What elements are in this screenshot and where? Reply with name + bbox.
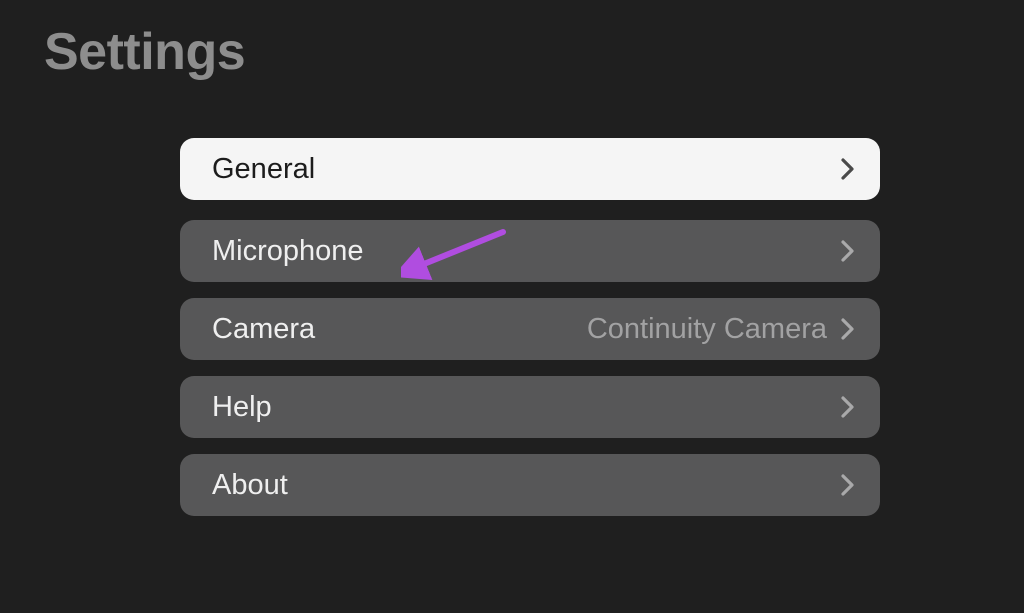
- chevron-right-icon: [841, 240, 854, 262]
- settings-item-right: [841, 158, 854, 180]
- settings-item-label: General: [212, 153, 315, 186]
- settings-item-label: Microphone: [212, 235, 364, 268]
- settings-item-microphone[interactable]: Microphone: [180, 220, 880, 282]
- chevron-right-icon: [841, 318, 854, 340]
- settings-list: General Microphone Camera Continuity Cam…: [180, 138, 880, 532]
- settings-item-label: About: [212, 469, 288, 502]
- settings-item-right: [841, 474, 854, 496]
- settings-item-right: [841, 240, 854, 262]
- page-title: Settings: [44, 22, 245, 82]
- settings-item-right: [841, 396, 854, 418]
- settings-item-label: Help: [212, 391, 272, 424]
- chevron-right-icon: [841, 158, 854, 180]
- settings-item-general[interactable]: General: [180, 138, 880, 200]
- settings-item-label: Camera: [212, 313, 315, 346]
- chevron-right-icon: [841, 396, 854, 418]
- chevron-right-icon: [841, 474, 854, 496]
- settings-item-value: Continuity Camera: [587, 313, 827, 346]
- settings-item-help[interactable]: Help: [180, 376, 880, 438]
- settings-item-camera[interactable]: Camera Continuity Camera: [180, 298, 880, 360]
- settings-item-about[interactable]: About: [180, 454, 880, 516]
- settings-item-right: Continuity Camera: [587, 313, 854, 346]
